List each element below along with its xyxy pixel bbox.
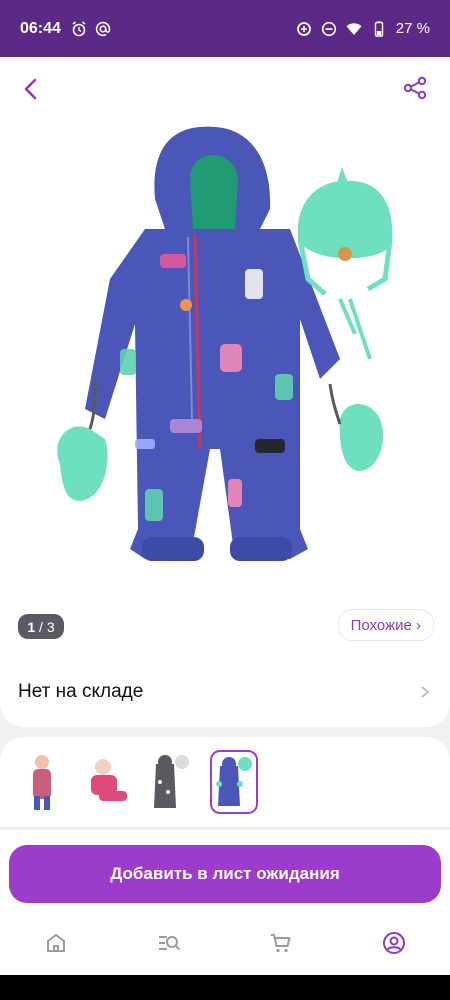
stock-status-label: Нет на складе [18,681,144,702]
alarm-icon [72,20,86,36]
battery-icon [374,20,383,37]
do-not-disturb-icon [321,21,336,36]
back-arrow-icon[interactable] [18,75,46,103]
stock-status-row[interactable]: Нет на складе [0,669,450,715]
status-time: 06:44 [20,19,61,37]
battery-percent: 27 % [395,20,430,37]
bottom-navigation [0,910,450,975]
chevron-right-icon [421,686,430,698]
catalog-search-icon[interactable] [157,931,181,955]
blue-snowsuit-thumbnail [216,757,252,806]
cta-container: Добавить в лист ожидания [0,830,450,920]
image-counter: 1 / 3 [18,614,64,639]
thumbnail-4-active[interactable] [210,750,258,814]
image-counter-total: / 3 [39,618,55,635]
product-card: 1 / 3 Похожие › Нет на складе [0,57,450,727]
thumbnail-2[interactable] [82,750,130,814]
gesture-bar [0,975,450,1000]
data-saver-icon [296,21,311,36]
child-standing-thumbnail [33,755,51,810]
product-image[interactable] [50,119,400,629]
status-bar: 06:44 27 % [0,0,450,57]
gray-snowsuit-thumbnail [154,755,189,808]
add-to-waitlist-button[interactable]: Добавить в лист ожидания [9,845,441,903]
thumbnail-3[interactable] [146,750,194,814]
thumbnail-1[interactable] [18,750,66,814]
at-icon [95,21,111,36]
variant-thumbnails [0,737,450,827]
wifi-icon [346,22,362,35]
child-sitting-thumbnail [91,759,127,801]
cart-icon[interactable] [269,931,293,955]
image-counter-current: 1 [27,618,36,635]
similar-button[interactable]: Похожие › [337,609,434,641]
profile-icon[interactable] [382,931,406,955]
share-icon[interactable] [402,75,428,101]
home-icon[interactable] [44,931,68,955]
